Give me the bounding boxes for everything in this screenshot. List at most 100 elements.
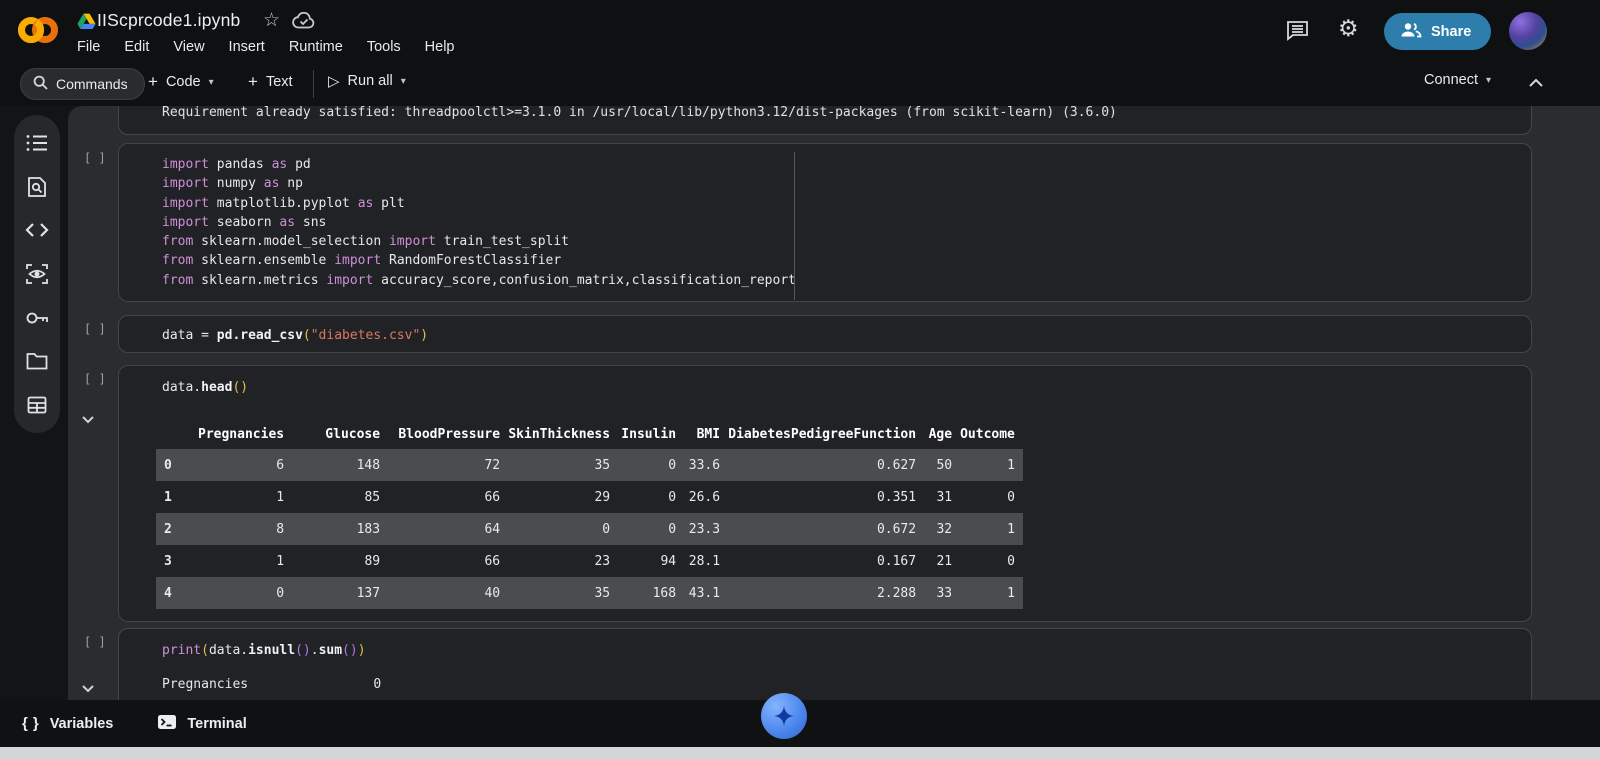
find-and-replace-icon[interactable] [25,175,49,199]
left-sidebar [14,115,60,433]
add-code-button[interactable]: + Code ▾ [148,72,214,92]
code-line: data.head() [162,378,248,397]
code-line: import pandas as pd [162,155,796,174]
dataframe-header-cell: Outcome [960,419,1023,449]
braces-icon: { } [22,715,40,732]
read-csv-code-cell[interactable]: data = pd.read_csv("diabetes.csv") [118,315,1532,353]
code-line: data = pd.read_csv("diabetes.csv") [162,326,428,345]
dataframe-cell: 137 [292,577,388,609]
gemini-spark-button[interactable] [761,693,807,739]
notebook-title[interactable]: IIScprcode1.ipynb [97,10,241,31]
code-snippets-icon[interactable] [25,218,49,242]
dataframe-cell: 35 [508,449,618,481]
colab-logo-icon[interactable] [18,15,58,50]
run-cell-button[interactable]: [ ] [84,372,106,386]
run-all-label: Run all [348,73,393,89]
dataframe-header-row: PregnanciesGlucoseBloodPressureSkinThick… [156,419,1023,449]
dataframe-header-cell: SkinThickness [508,419,618,449]
menu-item-runtime[interactable]: Runtime [289,39,343,55]
window-edge-strip [0,747,1600,759]
chevron-down-icon[interactable]: ▾ [1486,75,1491,86]
cloud-saved-icon [292,12,316,35]
run-cell-button[interactable]: [ ] [84,635,106,649]
dataframe-cell: 23 [508,545,618,577]
dataframe-cell: 183 [292,513,388,545]
secrets-key-icon[interactable] [25,306,49,330]
dataframe-cell: 0 [618,449,684,481]
terminal-label: Terminal [187,716,246,732]
files-folder-icon[interactable] [25,349,49,373]
commands-button[interactable]: Commands [20,68,145,100]
search-icon [33,75,48,93]
chevron-down-icon[interactable]: ▾ [401,76,406,87]
chevron-down-icon[interactable]: ▾ [209,77,214,88]
notebook-scroll-area[interactable]: Requirement already satisfied: threadpoo… [68,106,1600,700]
dataframe-cell: 1 [960,449,1023,481]
isnull-output-line: Pregnancies 0 [162,677,381,692]
run-all-button[interactable]: ▷ Run all ▾ [328,72,406,90]
dataframe-cell: 0 [960,481,1023,513]
dataframe-header-cell: Insulin [618,419,684,449]
collapse-header-button[interactable] [1528,75,1544,93]
code-editor[interactable]: import pandas as pdimport numpy as npimp… [162,155,796,290]
column-ruler [794,152,795,300]
dataframe-cell: 0 [618,513,684,545]
isnull-code-cell[interactable]: print(data.isnull().sum()) Pregnancies 0 [118,628,1532,700]
star-icon[interactable]: ☆ [263,9,280,32]
run-cell-button[interactable]: [ ] [84,322,106,336]
share-button[interactable]: Share [1384,13,1491,50]
menu-item-view[interactable]: View [173,39,204,55]
data-table-icon[interactable] [25,393,49,417]
dataframe-cell: 1 [960,577,1023,609]
menu-item-help[interactable]: Help [425,39,455,55]
dataframe-cell: 1 [156,481,198,513]
dataframe-cell: 21 [924,545,960,577]
table-of-contents-icon[interactable] [25,131,49,155]
user-avatar[interactable] [1509,12,1547,50]
scan-eye-icon[interactable] [25,262,49,286]
head-code-cell[interactable]: data.head() PregnanciesGlucoseBloodPress… [118,365,1532,622]
terminal-button[interactable]: Terminal [157,714,246,734]
dataframe-body: 061487235033.60.62750111856629026.60.351… [156,449,1023,609]
code-editor[interactable]: data.head() [162,378,248,397]
dataframe-cell: 148 [292,449,388,481]
collapse-output-chevron-icon[interactable] [81,680,95,698]
dataframe-cell: 26.6 [684,481,728,513]
connect-button[interactable]: Connect ▾ [1424,72,1491,88]
play-icon: ▷ [328,72,340,90]
settings-gear-icon[interactable]: ⚙ [1338,15,1359,42]
dataframe-cell: 89 [292,545,388,577]
menu-item-tools[interactable]: Tools [367,39,401,55]
dataframe-cell: 66 [388,481,508,513]
dataframe-cell: 3 [156,545,198,577]
code-editor[interactable]: print(data.isnull().sum()) [162,641,366,660]
dataframe-cell: 168 [618,577,684,609]
header-bar: IIScprcode1.ipynb ☆ File Edit View Insert Ru… [0,0,1600,106]
code-line: from sklearn.model_selection import trai… [162,232,796,251]
dataframe-header-cell: BloodPressure [388,419,508,449]
dataframe-cell: 0 [156,449,198,481]
dataframe-cell: 43.1 [684,577,728,609]
dataframe-header-cell [156,419,198,449]
menu-item-edit[interactable]: Edit [124,39,149,55]
menu-item-file[interactable]: File [77,39,100,55]
dataframe-cell: 35 [508,577,618,609]
terminal-icon [157,714,177,734]
add-text-button[interactable]: + Text [248,72,293,92]
dataframe-header-cell: Pregnancies [198,419,292,449]
dataframe-cell: 0.627 [728,449,924,481]
variables-button[interactable]: { } Variables [22,715,113,732]
code-editor[interactable]: data = pd.read_csv("diabetes.csv") [162,326,428,345]
dataframe-row: 318966239428.10.167210 [156,545,1023,577]
share-people-icon [1400,22,1422,42]
run-cell-button[interactable]: [ ] [84,151,106,165]
collapse-output-chevron-icon[interactable] [81,411,95,429]
dataframe-cell: 72 [388,449,508,481]
code-line: import seaborn as sns [162,213,796,232]
dataframe-cell: 0.351 [728,481,924,513]
comment-icon[interactable] [1286,20,1309,46]
menu-item-insert[interactable]: Insert [229,39,265,55]
dataframe-cell: 94 [618,545,684,577]
plus-icon: + [148,72,158,92]
imports-code-cell[interactable]: import pandas as pdimport numpy as npimp… [118,143,1532,302]
